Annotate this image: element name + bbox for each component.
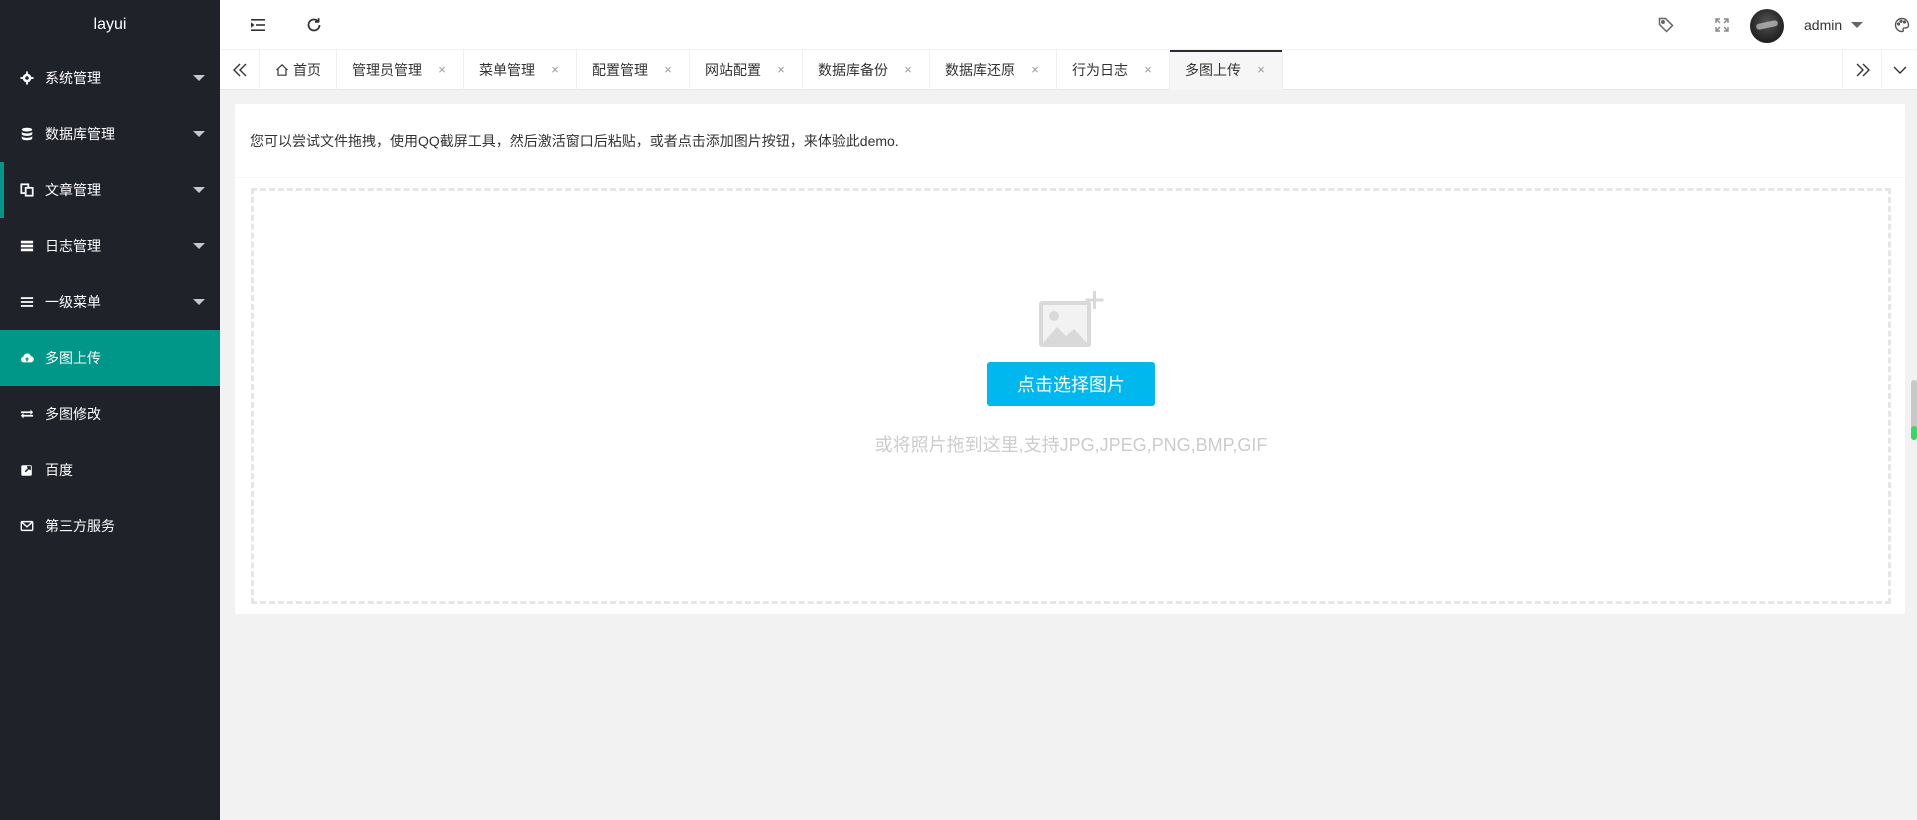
sidebar-item-label: 文章管理 [45,182,101,198]
close-icon[interactable]: × [1142,50,1154,90]
sidebar-item-label: 日志管理 [45,238,101,254]
tabs-menu-button[interactable] [1881,50,1917,90]
tabs-scroll-right-button[interactable] [1842,50,1882,90]
menu-icon [20,295,34,309]
sidebar-item-multi-upload[interactable]: 多图上传 [0,330,220,386]
close-icon[interactable]: × [436,50,448,90]
drop-zone[interactable]: 点击选择图片 或将照片拖到这里,支持JPG,JPEG,PNG,BMP,GIF [251,188,1891,604]
tab-multi-upload[interactable]: 多图上传 × [1170,50,1283,90]
caret-down-icon [193,243,205,249]
sidebar-item-third-party[interactable]: 第三方服务 [0,498,220,554]
tabs-scroll-left-button[interactable] [220,50,260,90]
sidebar: layui 系统管理 数据库管理 文章管理 日志管理 一级菜单 多图上传 多图修… [0,0,220,820]
sidebar-item-logs[interactable]: 日志管理 [0,218,220,274]
sidebar-item-label: 多图上传 [45,350,101,366]
cloud-upload-icon [20,351,34,365]
envelope-icon [20,519,34,533]
tab-home[interactable]: 首页 [260,50,337,90]
tab-label: 网站配置 [705,62,761,78]
close-icon[interactable]: × [1029,50,1041,90]
double-chevron-left-icon [232,63,246,77]
sidebar-item-label: 数据库管理 [45,126,115,142]
avatar[interactable] [1750,9,1784,43]
tab-menu-management[interactable]: 菜单管理 × [464,50,577,90]
toggle-sidebar-button[interactable] [238,0,278,50]
external-link-icon [20,463,34,477]
sidebar-item-system[interactable]: 系统管理 [0,50,220,106]
logo[interactable]: layui [0,0,220,50]
sidebar-item-multi-edit[interactable]: 多图修改 [0,386,220,442]
caret-down-icon [193,187,205,193]
tab-db-restore[interactable]: 数据库还原 × [930,50,1057,90]
close-icon[interactable]: × [1255,50,1267,90]
refresh-button[interactable] [294,0,334,50]
upload-card: 您可以尝试文件拖拽，使用QQ截屏工具，然后激活窗口后粘贴，或者点击添加图片按钮，… [235,104,1905,614]
drop-hint: 或将照片拖到这里,支持JPG,JPEG,PNG,BMP,GIF [874,435,1268,455]
server-icon [20,239,34,253]
caret-down-icon [193,131,205,137]
tab-config-management[interactable]: 配置管理 × [577,50,690,90]
caret-down-icon [193,75,205,81]
tab-label: 数据库还原 [945,62,1015,78]
fullscreen-button[interactable] [1702,0,1742,50]
tab-label: 管理员管理 [352,62,422,78]
close-icon[interactable]: × [775,50,787,90]
card-description: 您可以尝试文件拖拽，使用QQ截屏工具，然后激活窗口后粘贴，或者点击添加图片按钮，… [235,104,1905,178]
exchange-icon [20,407,34,421]
close-icon[interactable]: × [662,50,674,90]
tag-icon [1658,17,1674,33]
sidebar-item-database[interactable]: 数据库管理 [0,106,220,162]
tab-admin-management[interactable]: 管理员管理 × [337,50,464,90]
tabs-bar: 首页 管理员管理 × 菜单管理 × 配置管理 × 网站配置 × 数据库备份 × … [220,50,1917,90]
sidebar-item-baidu[interactable]: 百度 [0,442,220,498]
sidebar-item-label: 多图修改 [45,406,101,422]
username[interactable]: admin [1804,0,1842,50]
scrollbar[interactable] [1911,380,1917,440]
close-icon[interactable]: × [549,50,561,90]
refresh-icon [307,18,321,32]
copy-icon [20,183,34,197]
tab-label: 多图上传 [1185,62,1241,78]
tab-action-log[interactable]: 行为日志 × [1057,50,1170,90]
sidebar-item-label: 一级菜单 [45,294,101,310]
tag-button[interactable] [1646,0,1686,50]
top-header: admin [220,0,1917,50]
home-icon [276,63,288,76]
sidebar-item-label: 百度 [45,462,73,478]
sidebar-item-first-level-menu[interactable]: 一级菜单 [0,274,220,330]
double-chevron-right-icon [1856,63,1870,77]
tab-label: 配置管理 [592,62,648,78]
tab-db-backup[interactable]: 数据库备份 × [803,50,930,90]
pick-image-button[interactable]: 点击选择图片 [987,362,1155,406]
close-icon[interactable]: × [902,50,914,90]
tab-label: 数据库备份 [818,62,888,78]
caret-down-icon [1851,22,1863,28]
database-icon [20,127,34,141]
tabs: 首页 管理员管理 × 菜单管理 × 配置管理 × 网站配置 × 数据库备份 × … [260,50,1283,90]
sidebar-item-label: 第三方服务 [45,518,115,534]
tab-label: 首页 [293,62,321,78]
sidebar-item-articles[interactable]: 文章管理 [0,162,220,218]
add-image-icon [1039,291,1104,347]
palette-icon [1894,17,1910,33]
fullscreen-icon [1715,18,1729,32]
indent-icon [251,19,265,31]
tab-label: 菜单管理 [479,62,535,78]
theme-button[interactable] [1882,0,1917,50]
tab-site-config[interactable]: 网站配置 × [690,50,803,90]
description-text: 您可以尝试文件拖拽，使用QQ截屏工具，然后激活窗口后粘贴，或者点击添加图片按钮，… [250,132,899,149]
caret-down-icon [193,299,205,305]
gear-icon [20,71,34,85]
tab-label: 行为日志 [1072,62,1128,78]
sidebar-item-label: 系统管理 [45,70,101,86]
chevron-down-icon [1893,66,1906,74]
